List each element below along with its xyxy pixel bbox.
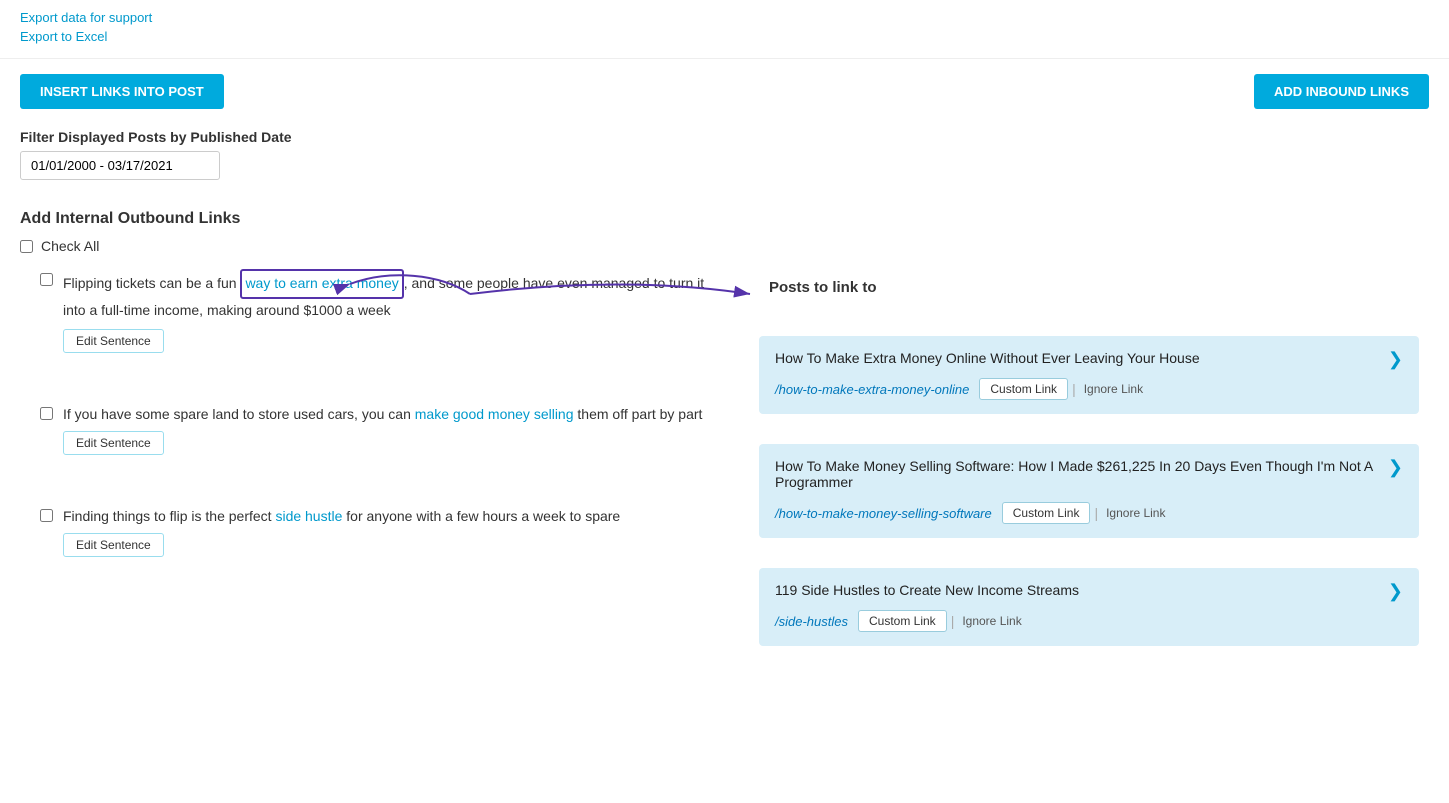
sentence-link-1[interactable]: way to earn extra money [245, 275, 398, 291]
post-url-3: /side-hustles [775, 614, 848, 629]
edit-sentence-button-1[interactable]: Edit Sentence [63, 329, 164, 353]
date-range-input[interactable] [20, 151, 220, 180]
ignore-link-2[interactable]: Ignore Link [1106, 506, 1165, 520]
chevron-right-icon-3: ❯ [1388, 582, 1403, 600]
filter-label: Filter Displayed Posts by Published Date [20, 129, 1429, 145]
check-all-label: Check All [41, 238, 99, 254]
suggestion-title-1: How To Make Extra Money Online Without E… [775, 350, 1200, 366]
suggestion-card-1: How To Make Extra Money Online Without E… [759, 336, 1419, 414]
add-inbound-links-button[interactable]: ADD INBOUND LINKS [1254, 74, 1429, 109]
custom-link-button-2[interactable]: Custom Link [1002, 502, 1091, 524]
chevron-right-icon-1: ❯ [1388, 350, 1403, 368]
separator-1: | [1072, 381, 1076, 397]
sentence-text-after-2: them off part by part [574, 406, 703, 422]
separator-3: | [951, 613, 955, 629]
sentence-link-3[interactable]: side hustle [275, 508, 342, 524]
sentence-checkbox-1[interactable] [40, 273, 53, 286]
sentence-text-before-3: Finding things to flip is the perfect [63, 508, 275, 524]
chevron-right-icon-2: ❯ [1388, 458, 1403, 476]
sentence-text-before-2: If you have some spare land to store use… [63, 406, 415, 422]
sentence-text-before-1: Flipping tickets can be a fun [63, 275, 240, 291]
sentence-item-3: Finding things to flip is the perfect si… [40, 505, 729, 577]
sentence-item-1: Flipping tickets can be a fun way to ear… [40, 269, 729, 373]
ignore-link-1[interactable]: Ignore Link [1084, 382, 1143, 396]
sentence-checkbox-3[interactable] [40, 509, 53, 522]
annotation-arrow [470, 264, 790, 324]
suggestion-card-3: 119 Side Hustles to Create New Income St… [759, 568, 1419, 646]
sentence-link-2[interactable]: make good money selling [415, 406, 574, 422]
suggestion-title-3: 119 Side Hustles to Create New Income St… [775, 582, 1079, 598]
custom-link-button-3[interactable]: Custom Link [858, 610, 947, 632]
export-excel-link[interactable]: Export to Excel [20, 29, 1429, 44]
sentence-text-3: Finding things to flip is the perfect si… [63, 505, 620, 527]
export-support-link[interactable]: Export data for support [20, 10, 1429, 25]
custom-link-button-1[interactable]: Custom Link [979, 378, 1068, 400]
edit-sentence-button-2[interactable]: Edit Sentence [63, 431, 164, 455]
insert-links-button[interactable]: INSERT LINKS INTO POST [20, 74, 224, 109]
edit-sentence-button-3[interactable]: Edit Sentence [63, 533, 164, 557]
post-url-1: /how-to-make-extra-money-online [775, 382, 969, 397]
sentence-item-2: If you have some spare land to store use… [40, 403, 729, 475]
ignore-link-3[interactable]: Ignore Link [962, 614, 1021, 628]
check-all-checkbox[interactable] [20, 240, 33, 253]
outbound-title: Add Internal Outbound Links [20, 210, 1429, 228]
posts-to-link-header: Posts to link to [769, 269, 1419, 306]
separator-2: | [1094, 505, 1098, 521]
sentence-text-after-3: for anyone with a few hours a week to sp… [342, 508, 620, 524]
suggestion-card-2: How To Make Money Selling Software: How … [759, 444, 1419, 538]
sentence-checkbox-2[interactable] [40, 407, 53, 420]
post-url-2: /how-to-make-money-selling-software [775, 506, 992, 521]
suggestion-title-2: How To Make Money Selling Software: How … [775, 458, 1388, 490]
sentence-text-2: If you have some spare land to store use… [63, 403, 702, 425]
